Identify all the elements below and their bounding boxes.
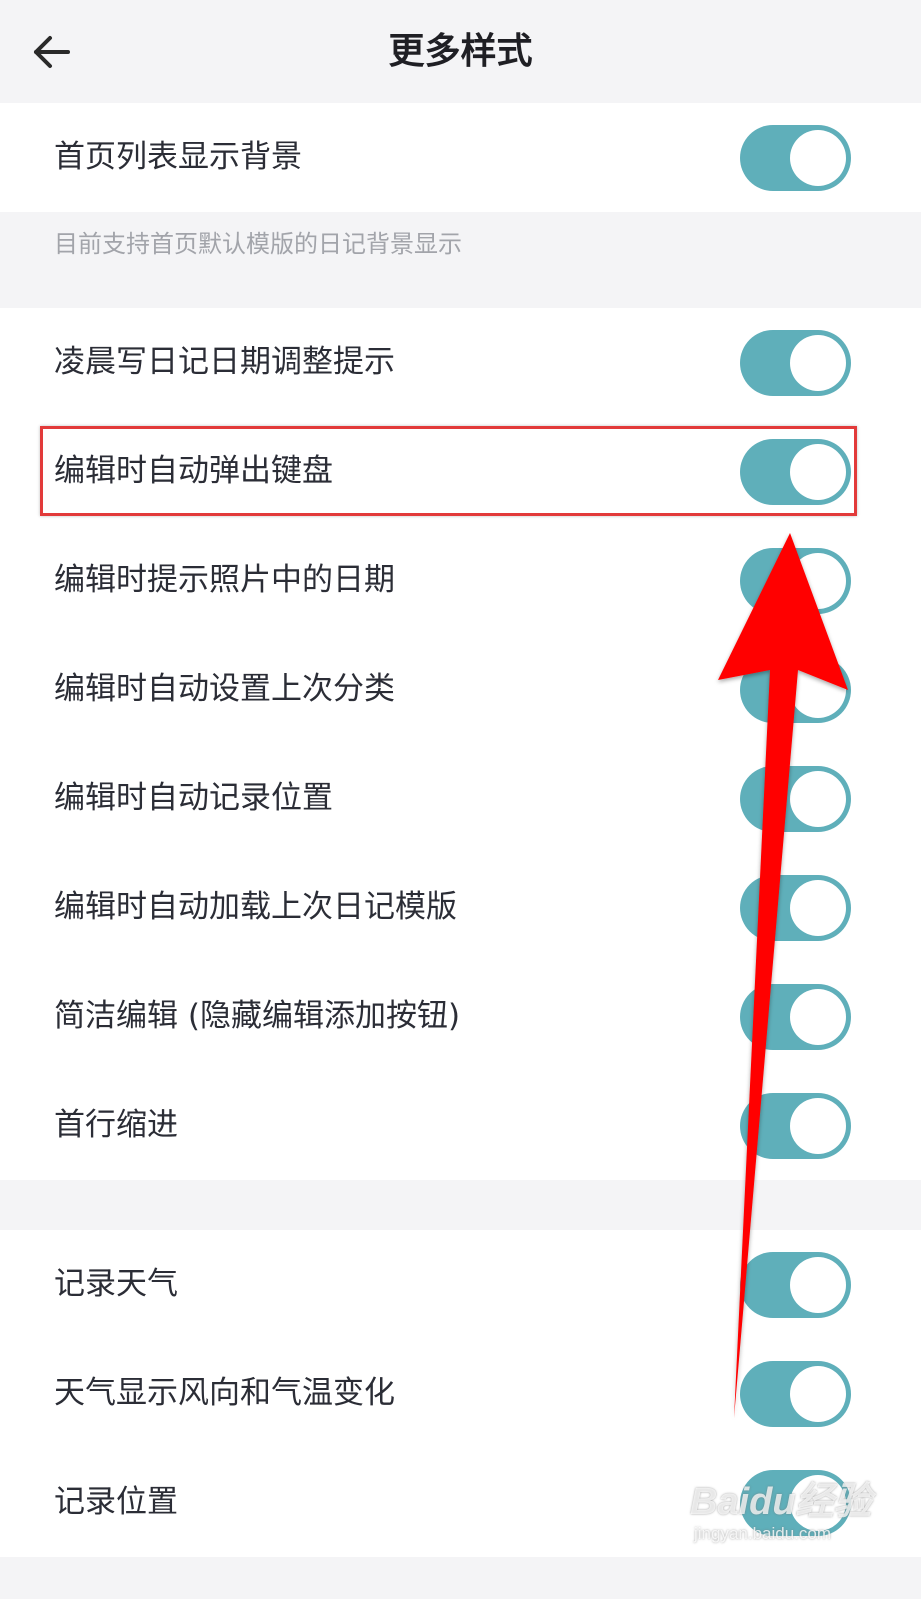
toggle-knob bbox=[790, 662, 846, 718]
section-weather-location: 记录天气 天气显示风向和气温变化 记录位置 bbox=[0, 1230, 921, 1557]
toggle-knob bbox=[790, 1366, 846, 1422]
toggle-switch[interactable] bbox=[740, 330, 851, 396]
setting-label: 编辑时提示照片中的日期 bbox=[54, 562, 395, 598]
section-editing: 凌晨写日记日期调整提示 编辑时自动弹出键盘 编辑时提示照片中的日期 编辑时自动设… bbox=[0, 308, 921, 1180]
setting-row-auto-location[interactable]: 编辑时自动记录位置 bbox=[0, 744, 921, 853]
toggle-knob bbox=[790, 989, 846, 1045]
page-title: 更多样式 bbox=[388, 31, 533, 72]
setting-row-record-location[interactable]: 记录位置 bbox=[0, 1448, 921, 1557]
toggle-knob bbox=[790, 880, 846, 936]
setting-label: 天气显示风向和气温变化 bbox=[54, 1375, 395, 1411]
setting-label: 编辑时自动设置上次分类 bbox=[54, 671, 395, 707]
setting-label: 编辑时自动弹出键盘 bbox=[54, 453, 333, 489]
setting-label: 编辑时自动记录位置 bbox=[54, 780, 333, 816]
setting-row-date-adjust[interactable]: 凌晨写日记日期调整提示 bbox=[0, 308, 921, 417]
toggle-knob bbox=[790, 1098, 846, 1154]
setting-label: 首行缩进 bbox=[54, 1107, 178, 1143]
section-home-background: 首页列表显示背景 bbox=[0, 103, 921, 212]
setting-label: 简洁编辑 (隐藏编辑添加按钮) bbox=[54, 998, 461, 1034]
setting-row-simple-edit[interactable]: 简洁编辑 (隐藏编辑添加按钮) bbox=[0, 962, 921, 1071]
toggle-knob bbox=[790, 553, 846, 609]
setting-row-auto-keyboard[interactable]: 编辑时自动弹出键盘 bbox=[0, 417, 921, 526]
top-bar: 更多样式 bbox=[0, 0, 921, 103]
toggle-switch[interactable] bbox=[740, 766, 851, 832]
setting-label: 记录天气 bbox=[54, 1266, 178, 1302]
toggle-knob bbox=[790, 771, 846, 827]
setting-label: 首页列表显示背景 bbox=[54, 139, 302, 175]
toggle-switch[interactable] bbox=[740, 657, 851, 723]
toggle-switch[interactable] bbox=[740, 1093, 851, 1159]
toggle-knob bbox=[790, 1257, 846, 1313]
toggle-switch[interactable] bbox=[740, 1252, 851, 1318]
toggle-switch[interactable] bbox=[740, 1361, 851, 1427]
setting-label: 编辑时自动加载上次日记模版 bbox=[54, 889, 457, 925]
toggle-switch[interactable] bbox=[740, 1470, 851, 1536]
setting-row-photo-date[interactable]: 编辑时提示照片中的日期 bbox=[0, 526, 921, 635]
setting-row-last-template[interactable]: 编辑时自动加载上次日记模版 bbox=[0, 853, 921, 962]
hint-text: 目前支持首页默认模版的日记背景显示 bbox=[54, 230, 462, 258]
toggle-knob bbox=[790, 444, 846, 500]
hint-area: 目前支持首页默认模版的日记背景显示 bbox=[0, 212, 921, 308]
toggle-switch[interactable] bbox=[740, 984, 851, 1050]
toggle-knob bbox=[790, 1475, 846, 1531]
setting-row-weather-wind-temp[interactable]: 天气显示风向和气温变化 bbox=[0, 1339, 921, 1448]
setting-row-home-background[interactable]: 首页列表显示背景 bbox=[0, 103, 921, 212]
setting-row-record-weather[interactable]: 记录天气 bbox=[0, 1230, 921, 1339]
setting-row-first-line-indent[interactable]: 首行缩进 bbox=[0, 1071, 921, 1180]
toggle-switch[interactable] bbox=[740, 125, 851, 191]
toggle-knob bbox=[790, 335, 846, 391]
toggle-switch[interactable] bbox=[740, 875, 851, 941]
toggle-switch[interactable] bbox=[740, 439, 851, 505]
setting-label: 记录位置 bbox=[54, 1484, 178, 1520]
setting-label: 凌晨写日记日期调整提示 bbox=[54, 344, 395, 380]
toggle-switch[interactable] bbox=[740, 548, 851, 614]
setting-row-last-category[interactable]: 编辑时自动设置上次分类 bbox=[0, 635, 921, 744]
toggle-knob bbox=[790, 130, 846, 186]
